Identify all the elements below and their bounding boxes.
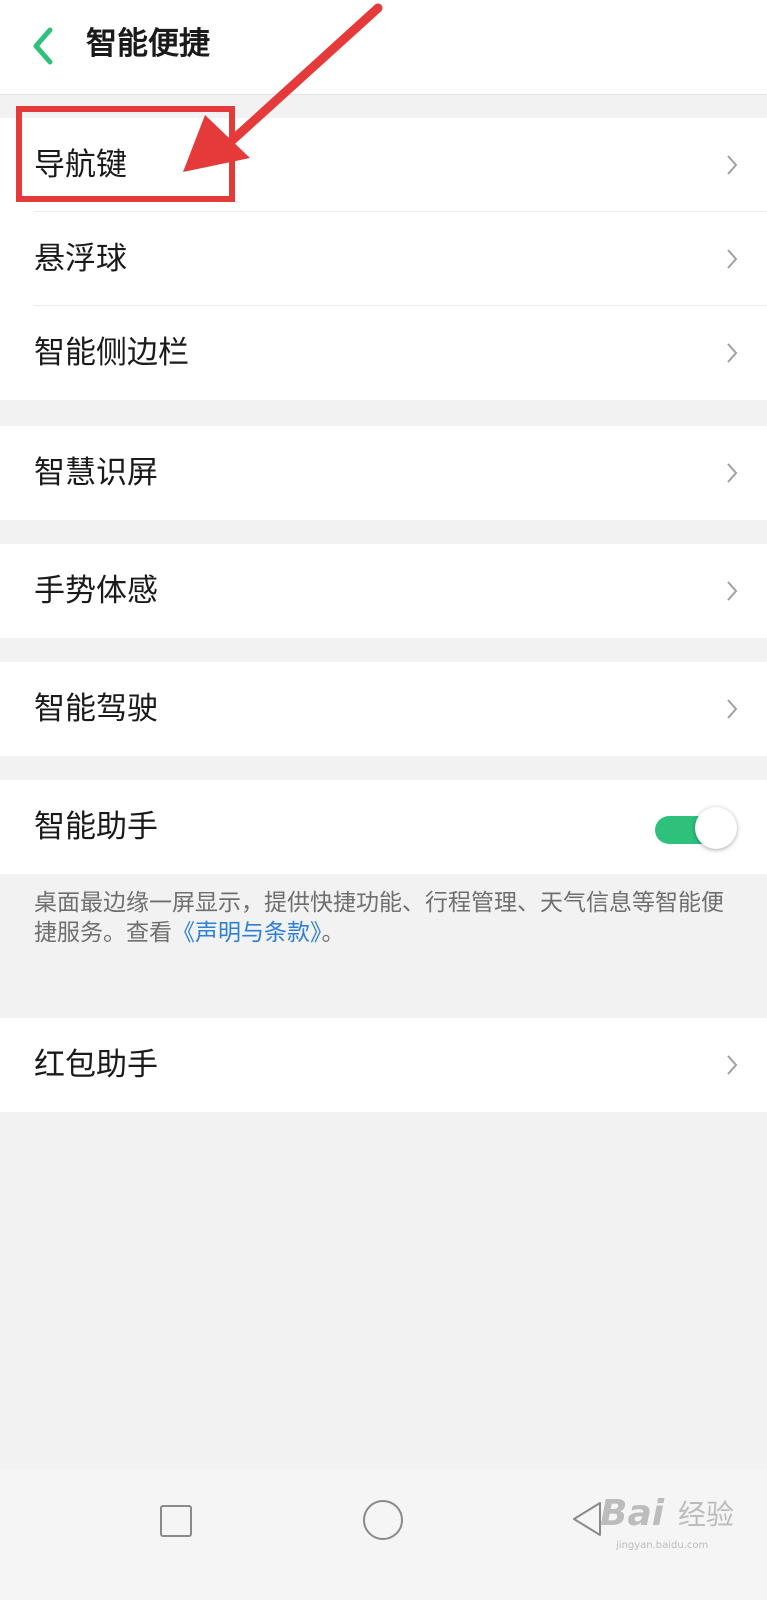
menu-item-label: 智能侧边栏 <box>34 335 189 371</box>
square-icon[interactable] <box>160 1505 192 1537</box>
chevron-right-icon <box>727 581 738 601</box>
chevron-right-icon <box>727 343 738 363</box>
terms-link[interactable]: 《声明与条款》 <box>172 920 322 946</box>
menu-item-smart-driving[interactable]: 智能驾驶 <box>0 662 767 756</box>
annotation-arrow-icon <box>183 3 383 172</box>
menu-item-label: 智慧识屏 <box>34 455 158 491</box>
menu-item-smart-sidebar[interactable]: 智能侧边栏 <box>0 306 767 400</box>
description-end: 。 <box>321 920 345 946</box>
description-text: 桌面最边缘一屏显示，提供快捷功能、行程管理、天气信息等智能便捷服务。查看 <box>34 890 724 946</box>
chevron-right-icon <box>727 699 738 719</box>
circle-icon[interactable] <box>363 1500 403 1540</box>
watermark-domain: jingyan.baidu.com <box>616 1540 709 1551</box>
baidu-watermark: Bai 经验 jingyan.baidu.com <box>600 1494 750 1564</box>
system-navigation-bar: Bai 经验 jingyan.baidu.com <box>0 1470 767 1600</box>
watermark-text: 经验 <box>678 1498 735 1531</box>
menu-item-label: 智能驾驶 <box>34 691 158 727</box>
settings-group-4: 智能驾驶 <box>0 662 767 756</box>
settings-group-3: 手势体感 <box>0 544 767 638</box>
watermark-brand: Bai <box>600 1493 665 1534</box>
menu-item-smart-screen-recognition[interactable]: 智慧识屏 <box>0 426 767 520</box>
toggle-knob <box>695 807 737 849</box>
smart-assistant-toggle[interactable] <box>653 807 737 849</box>
chevron-right-icon <box>727 249 738 269</box>
menu-item-smart-assistant: 智能助手 <box>0 780 767 874</box>
menu-item-label: 悬浮球 <box>34 241 127 277</box>
menu-item-floating-ball[interactable]: 悬浮球 <box>0 212 767 306</box>
smart-assistant-description: 桌面最边缘一屏显示，提供快捷功能、行程管理、天气信息等智能便捷服务。查看《声明与… <box>34 888 734 948</box>
chevron-right-icon <box>727 463 738 483</box>
settings-group-6: 红包助手 <box>0 1018 767 1112</box>
menu-item-label: 红包助手 <box>34 1047 158 1083</box>
menu-item-gesture-motion[interactable]: 手势体感 <box>0 544 767 638</box>
chevron-right-icon <box>727 1055 738 1075</box>
menu-item-red-packet-assistant[interactable]: 红包助手 <box>0 1018 767 1112</box>
triangle-back-icon[interactable] <box>570 1500 604 1538</box>
menu-item-label: 智能助手 <box>34 809 158 845</box>
settings-group-2: 智慧识屏 <box>0 426 767 520</box>
menu-item-label: 手势体感 <box>34 573 158 609</box>
settings-group-5: 智能助手 <box>0 780 767 874</box>
